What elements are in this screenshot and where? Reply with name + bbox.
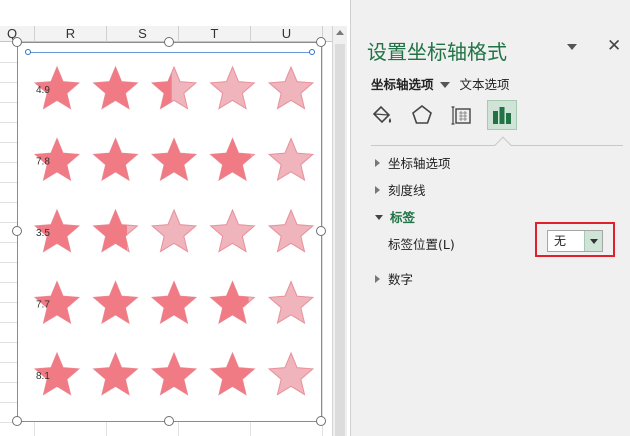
rating-star-empty[interactable] (267, 208, 315, 253)
section-labels[interactable]: 标签 (375, 207, 415, 226)
expand-arrow-icon (375, 275, 380, 283)
label-position-select[interactable]: 无 (547, 230, 603, 252)
rating-star-filled[interactable] (210, 281, 255, 324)
axis-options-button[interactable] (487, 100, 517, 130)
section-label: 标签 (390, 210, 416, 225)
label-position-value: 无 (554, 234, 567, 248)
section-label: 刻度线 (388, 183, 426, 198)
pane-options-dropdown-icon[interactable] (567, 44, 577, 50)
rating-star-empty[interactable] (267, 137, 315, 182)
rating-star-filled[interactable] (210, 353, 255, 395)
section-number[interactable]: 数字 (375, 269, 413, 288)
data-label: 7.7 (36, 300, 50, 311)
chevron-down-icon[interactable] (584, 231, 602, 251)
rating-star-empty[interactable] (267, 351, 315, 396)
data-label: 7.8 (36, 157, 50, 168)
vertical-scrollbar[interactable] (332, 26, 347, 436)
rating-star-filled[interactable] (152, 281, 196, 324)
label-position-label: 标签位置(L) (388, 237, 455, 252)
chevron-down-icon[interactable] (439, 82, 450, 88)
pentagon-icon (412, 104, 432, 124)
rating-star-filled[interactable] (93, 67, 138, 109)
data-label: 3.5 (36, 228, 50, 239)
effects-button[interactable] (407, 100, 437, 130)
rating-star-empty[interactable] (267, 65, 315, 110)
rating-star-filled[interactable] (93, 138, 138, 181)
rating-star-filled[interactable] (152, 138, 196, 181)
data-label: 8.1 (36, 371, 50, 382)
size-properties-icon (451, 106, 471, 125)
tab-axis-options[interactable]: 坐标轴选项 (371, 77, 434, 92)
bar-chart-icon (493, 107, 511, 124)
rating-star-empty[interactable] (209, 208, 256, 253)
rating-star-empty[interactable] (267, 280, 315, 325)
selected-tab-pointer (494, 136, 512, 154)
close-pane-button[interactable]: ✕ (607, 36, 621, 56)
rating-star-filled[interactable] (93, 353, 138, 395)
rating-star-filled[interactable] (93, 281, 138, 324)
scroll-up-arrow-icon[interactable] (336, 30, 344, 35)
paint-bucket-icon (372, 105, 392, 124)
section-axis-options[interactable]: 坐标轴选项 (375, 153, 451, 172)
pane-tabs: 坐标轴选项 文本选项 (371, 74, 510, 93)
pane-title: 设置坐标轴格式 (367, 40, 507, 64)
fill-line-button[interactable] (367, 100, 397, 130)
collapse-arrow-icon (375, 215, 383, 220)
scrollbar-thumb[interactable] (335, 44, 345, 436)
section-label: 数字 (388, 272, 414, 287)
section-tick-marks[interactable]: 刻度线 (375, 180, 426, 199)
tab-text-options[interactable]: 文本选项 (460, 77, 510, 92)
worksheet-area: Q R S T U 4.9 7.8 3.5 7.7 8.1 (0, 0, 336, 436)
star-plot-area: 4.9 7.8 3.5 7.7 8.1 (33, 65, 315, 396)
size-properties-button[interactable] (447, 100, 477, 130)
rating-star-empty[interactable] (150, 208, 198, 253)
rating-star-empty[interactable] (209, 65, 256, 110)
data-label: 4.9 (36, 85, 50, 96)
rating-star-filled[interactable] (210, 138, 255, 181)
rating-star-filled[interactable] (152, 353, 196, 395)
section-label: 坐标轴选项 (388, 156, 451, 171)
expand-arrow-icon (375, 159, 380, 167)
expand-arrow-icon (375, 186, 380, 194)
format-axis-pane: 设置坐标轴格式 ✕ 坐标轴选项 文本选项 坐标轴选项 刻度线 标签 标签位置(L… (350, 0, 630, 436)
